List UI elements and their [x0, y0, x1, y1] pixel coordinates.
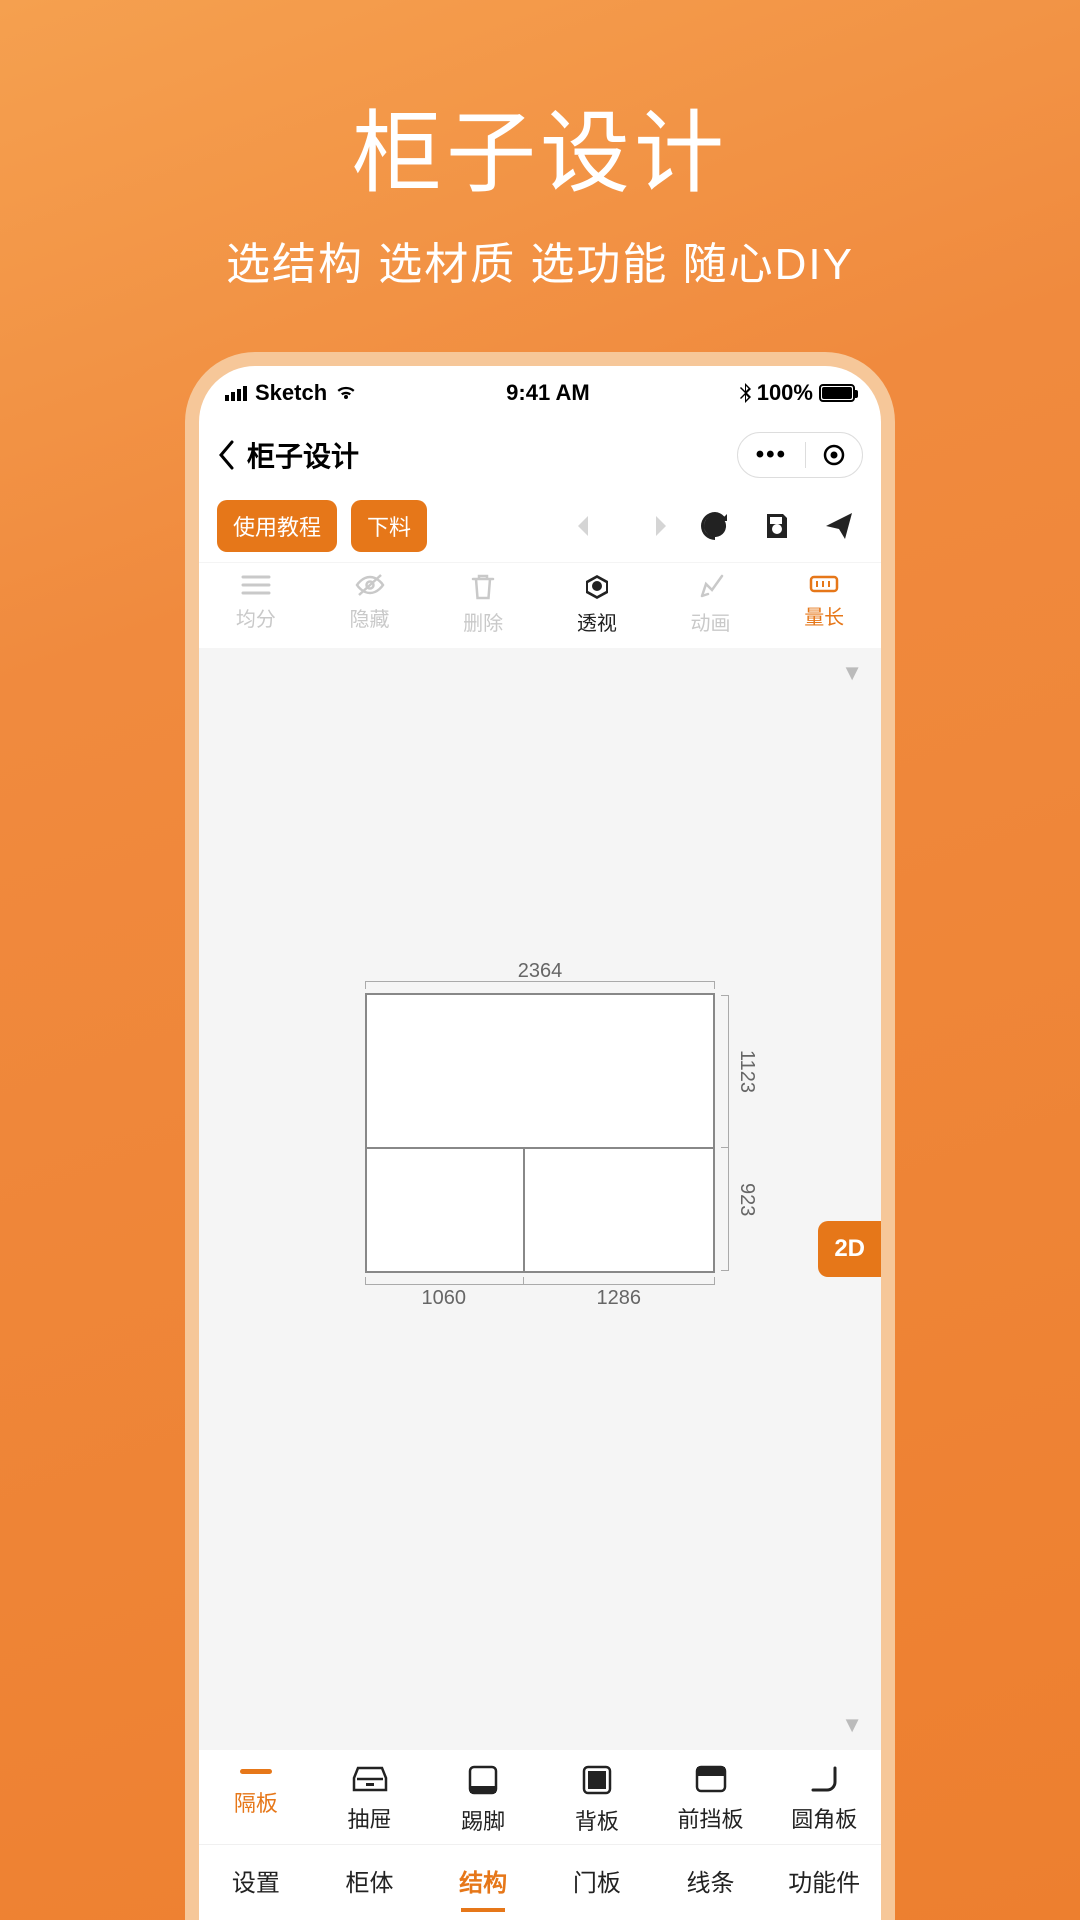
- promo-title: 柜子设计: [352, 80, 728, 210]
- promo-subtitle: 选结构 选材质 选功能 随心DIY: [226, 228, 854, 292]
- page-title: 柜子设计: [247, 435, 359, 475]
- cat-front[interactable]: 前挡板: [654, 1764, 768, 1836]
- tool-hide[interactable]: 隐藏: [313, 573, 427, 636]
- signal-bars-icon: [225, 386, 247, 401]
- tutorial-button[interactable]: 使用教程: [217, 500, 337, 552]
- tool-perspective[interactable]: 透视: [540, 573, 654, 636]
- dim-right-bottom: 923: [735, 1183, 758, 1216]
- tool-delete[interactable]: 删除: [426, 573, 540, 636]
- back-button[interactable]: [217, 440, 235, 470]
- dim-bottom-right: 1286: [523, 1287, 716, 1310]
- save-button[interactable]: [753, 511, 801, 541]
- redo-button[interactable]: [629, 512, 677, 540]
- tab-settings[interactable]: 设置: [199, 1863, 313, 1898]
- cat-kick[interactable]: 踢脚: [426, 1764, 540, 1836]
- phone-frame: Sketch 9:41 AM 100% 柜子设计 ••• 使用教: [185, 352, 895, 1920]
- tab-door[interactable]: 门板: [540, 1863, 654, 1898]
- dim-right-top: 1123: [735, 1050, 758, 1093]
- cabinet-drawing[interactable]: 2364 1123 923 1060 1286: [365, 993, 715, 1273]
- tab-body[interactable]: 柜体: [313, 1863, 427, 1898]
- tool-row: 均分 隐藏 删除 透视 动画 量长: [199, 562, 881, 648]
- more-button[interactable]: •••: [738, 441, 805, 469]
- category-row: 隔板 抽屉 踢脚 背板 前挡板 圆角板: [199, 1750, 881, 1844]
- tool-hide-label: 隐藏: [350, 603, 390, 632]
- tab-function[interactable]: 功能件: [767, 1863, 881, 1898]
- tool-animate-label: 动画: [691, 607, 731, 636]
- status-time: 9:41 AM: [506, 380, 590, 406]
- tool-animate[interactable]: 动画: [654, 573, 768, 636]
- send-button[interactable]: [815, 510, 863, 542]
- mini-program-capsule: •••: [737, 432, 863, 478]
- tab-line[interactable]: 线条: [654, 1863, 768, 1898]
- action-row: 使用教程 下料: [199, 490, 881, 562]
- refresh-button[interactable]: [691, 511, 739, 541]
- cat-drawer[interactable]: 抽屉: [313, 1764, 427, 1836]
- tool-divide[interactable]: 均分: [199, 573, 313, 636]
- cut-button[interactable]: 下料: [351, 500, 427, 552]
- tool-measure-label: 量长: [804, 601, 844, 630]
- cat-front-label: 前挡板: [678, 1802, 744, 1834]
- cat-partition-label: 隔板: [234, 1786, 278, 1818]
- dim-top: 2364: [365, 960, 715, 983]
- cat-drawer-label: 抽屉: [348, 1802, 392, 1834]
- collapse-top-button[interactable]: ▼: [841, 660, 863, 686]
- cat-partition[interactable]: 隔板: [199, 1764, 313, 1836]
- battery-label: 100%: [757, 380, 813, 406]
- status-bar: Sketch 9:41 AM 100%: [199, 366, 881, 420]
- bottom-tabs: 设置 柜体 结构 门板 线条 功能件: [199, 1844, 881, 1920]
- tool-divide-label: 均分: [236, 603, 276, 632]
- tool-delete-label: 删除: [463, 607, 503, 636]
- canvas[interactable]: ▼ 2D 2364 1123 923 1060 1286 ▼: [199, 648, 881, 1750]
- cat-kick-label: 踢脚: [461, 1804, 505, 1836]
- bluetooth-icon: [739, 383, 751, 403]
- wifi-icon: [335, 385, 357, 401]
- collapse-bottom-button[interactable]: ▼: [841, 1712, 863, 1738]
- cat-back-label: 背板: [575, 1804, 619, 1836]
- view-2d-badge[interactable]: 2D: [818, 1221, 881, 1277]
- tool-perspective-label: 透视: [577, 607, 617, 636]
- undo-button[interactable]: [567, 512, 615, 540]
- cat-back[interactable]: 背板: [540, 1764, 654, 1836]
- close-button[interactable]: [806, 443, 862, 467]
- tab-structure[interactable]: 结构: [426, 1863, 540, 1898]
- dim-bottom-left: 1060: [365, 1287, 523, 1310]
- carrier-label: Sketch: [255, 380, 327, 406]
- cat-round[interactable]: 圆角板: [767, 1764, 881, 1836]
- nav-bar: 柜子设计 •••: [199, 420, 881, 490]
- cat-round-label: 圆角板: [791, 1802, 857, 1834]
- tool-measure[interactable]: 量长: [767, 573, 881, 636]
- battery-icon: [819, 384, 855, 402]
